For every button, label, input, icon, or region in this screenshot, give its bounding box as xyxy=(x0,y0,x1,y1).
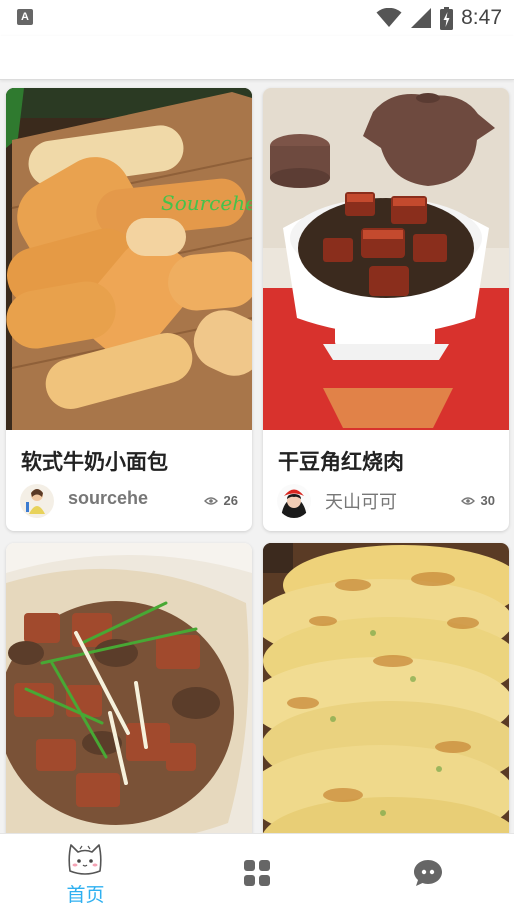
recipe-title[interactable]: 干豆角红烧肉 xyxy=(278,446,404,476)
cellular-signal-icon xyxy=(411,8,432,28)
view-count-value: 26 xyxy=(223,493,238,508)
author-name[interactable]: sourcehe xyxy=(68,488,148,509)
view-count-value: 30 xyxy=(480,493,495,508)
author-name[interactable]: 天山可可 xyxy=(325,488,397,514)
app-header xyxy=(0,36,514,80)
recipe-photo-scallion-pancake[interactable] xyxy=(263,543,509,833)
view-count: 26 xyxy=(203,493,238,508)
recipe-card[interactable]: Sourcehe 软式牛奶小面包 sourcehe 26 xyxy=(6,88,252,531)
notification-app-icon: A xyxy=(17,9,33,25)
recipe-photo-braised-pork-mushroom[interactable] xyxy=(6,543,252,833)
recipe-photo-braised-pork[interactable] xyxy=(263,88,509,430)
battery-charging-icon xyxy=(440,6,454,30)
author-avatar[interactable] xyxy=(277,484,311,518)
status-bar: A 8:47 xyxy=(0,0,514,36)
eye-icon xyxy=(203,496,218,505)
tab-categories[interactable] xyxy=(171,834,342,912)
recipe-card[interactable] xyxy=(6,543,252,833)
view-count: 30 xyxy=(460,493,495,508)
status-icons: 8:47 xyxy=(376,5,502,31)
tab-home[interactable]: 首页 xyxy=(0,834,171,912)
recipe-card[interactable] xyxy=(263,543,509,833)
tab-messages[interactable] xyxy=(343,834,514,912)
wifi-icon xyxy=(376,8,402,27)
recipe-card[interactable]: 干豆角红烧肉 天山可可 30 xyxy=(263,88,509,531)
tab-home-label: 首页 xyxy=(66,884,105,906)
recipe-feed[interactable]: Sourcehe 软式牛奶小面包 sourcehe 26 干豆角红烧肉 天山可可… xyxy=(0,81,514,833)
svg-text:Sourcehe: Sourcehe xyxy=(161,191,252,215)
recipe-title[interactable]: 软式牛奶小面包 xyxy=(21,446,168,476)
bottom-tab-bar: 首页 xyxy=(0,833,514,912)
author-avatar[interactable] xyxy=(20,484,54,518)
cat-face-icon xyxy=(68,844,102,875)
clock: 8:47 xyxy=(461,6,502,29)
eye-icon xyxy=(460,496,475,505)
grid-icon xyxy=(244,860,270,886)
recipe-photo-milk-bread[interactable]: Sourcehe xyxy=(6,88,252,430)
chat-bubble-icon xyxy=(414,860,442,886)
